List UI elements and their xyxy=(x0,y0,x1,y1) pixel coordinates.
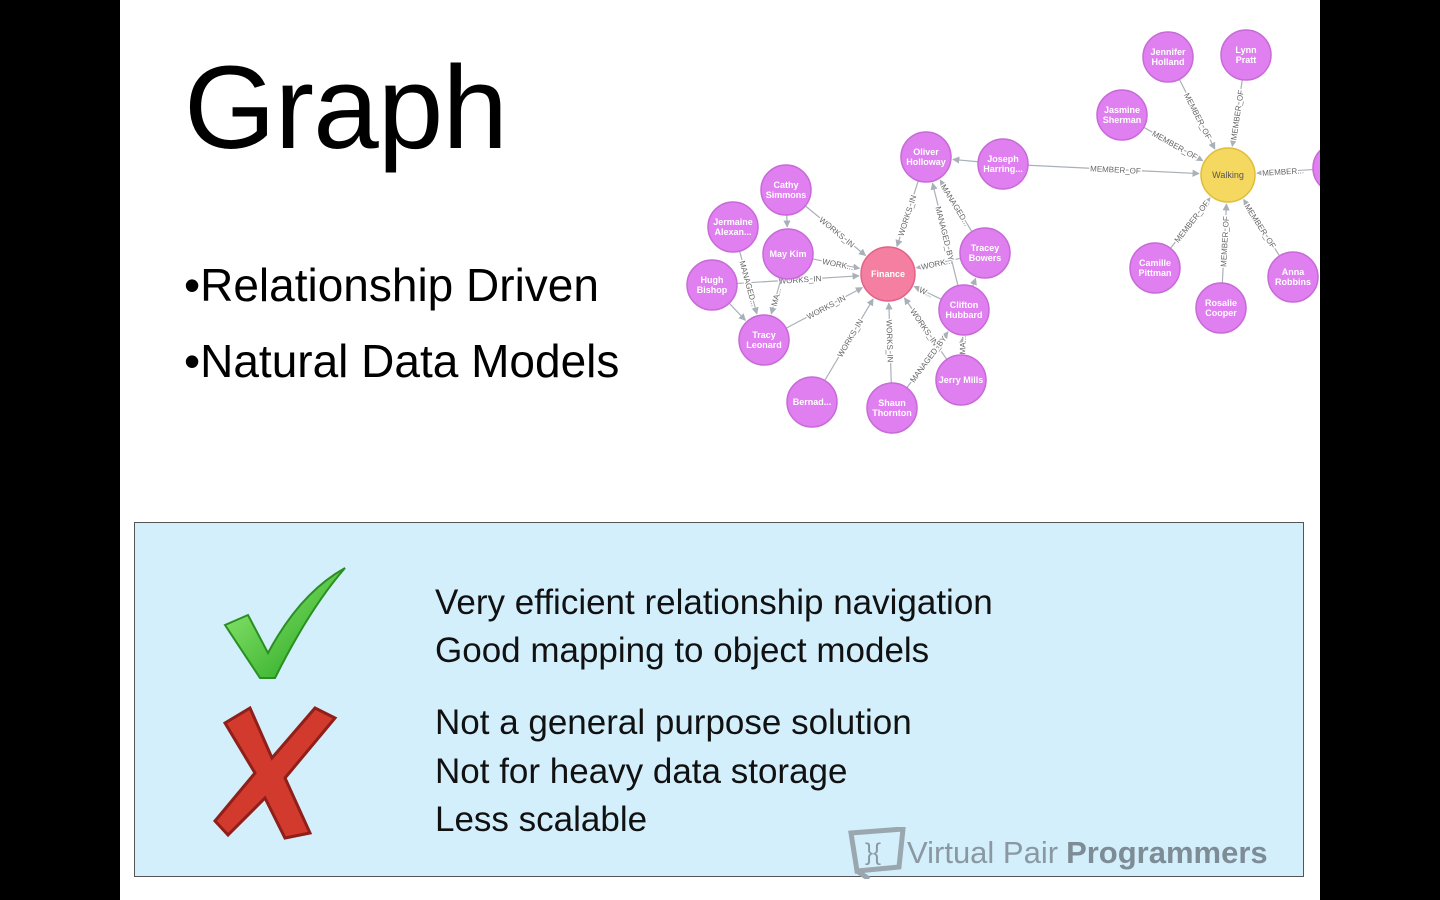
graph-node[interactable]: Bernad... xyxy=(786,376,838,428)
node-label: Sherman xyxy=(1103,115,1142,125)
edge-label: WORK... xyxy=(822,257,855,272)
node-label: Cathy xyxy=(773,180,798,190)
graph-node[interactable] xyxy=(1312,143,1320,193)
graph-node[interactable]: TraceyBowers xyxy=(959,227,1011,279)
node-label: Lynn xyxy=(1235,45,1256,55)
edge-label: WORKS_IN xyxy=(836,317,866,358)
edge-label: MEMBER_OF xyxy=(1219,216,1231,267)
con-item: Not for heavy data storage xyxy=(435,752,848,791)
edge-label: WORKS_IN xyxy=(817,215,856,249)
checkmark-icon xyxy=(223,567,346,679)
node-label: Jerry Mills xyxy=(939,375,984,385)
graph-edge xyxy=(952,156,979,164)
edge-label: MANAGED_BY xyxy=(933,206,955,263)
graph-node[interactable]: ShaunThornton xyxy=(866,382,918,434)
node-label: Camille xyxy=(1139,258,1171,268)
pros-cons-box: Very efficient relationship navigation G… xyxy=(134,522,1304,879)
node-label: Anna xyxy=(1282,267,1305,277)
edge-label: WORKS_IN xyxy=(805,293,847,321)
graph-node[interactable]: JermaineAlexan... xyxy=(707,201,759,253)
graph-node[interactable]: OliverHolloway xyxy=(900,131,952,183)
graph-edge xyxy=(728,302,746,321)
node-label: Thornton xyxy=(872,408,912,418)
edge-label: MEMBER... xyxy=(1262,166,1304,178)
node-label: Bishop xyxy=(697,285,728,295)
node-label: Alexan... xyxy=(714,227,751,237)
con-item: Not a general purpose solution xyxy=(435,703,912,742)
cross-icon xyxy=(213,705,338,840)
node-label: Jennifer xyxy=(1150,47,1186,57)
node-label: Simmons xyxy=(766,190,807,200)
edge-label: WORKS_IN xyxy=(897,194,919,238)
edge-label: MEMBER_OF xyxy=(1182,92,1213,141)
graph-diagram: WORKS_INWORKS_INWORK...WORKS_INWORKS_INW… xyxy=(686,29,1320,434)
graph-node[interactable]: Walking xyxy=(1200,147,1256,203)
edge-label: W... xyxy=(918,285,934,299)
graph-node[interactable]: AnnaRobbins xyxy=(1267,251,1319,303)
node-label: Hugh xyxy=(701,275,724,285)
node-label: Bernad... xyxy=(793,397,832,407)
graph-node[interactable]: Finance xyxy=(860,246,916,302)
svg-text:}{: }{ xyxy=(865,839,881,866)
node-label: Pittman xyxy=(1138,268,1171,278)
node-label: Tracey xyxy=(971,243,1000,253)
node-label: Holloway xyxy=(906,157,946,167)
node-label: Robbins xyxy=(1275,277,1311,287)
node-label: Pratt xyxy=(1236,55,1257,65)
edge-label: MEMBER_OF xyxy=(1090,164,1141,175)
graph-node[interactable]: CliftonHubbard xyxy=(938,284,990,336)
logo-monitor-icon: }{ xyxy=(848,827,906,879)
graph-node[interactable]: CathySimmons xyxy=(760,164,812,216)
node-label: Shaun xyxy=(878,398,906,408)
node-label: Leonard xyxy=(746,340,782,350)
graph-node[interactable]: May Kim xyxy=(762,228,814,280)
edge-label: MEMBER_OF xyxy=(1243,202,1278,250)
node-label: Holland xyxy=(1152,57,1185,67)
node-label: Finance xyxy=(871,269,905,279)
edge-label: MEMBER_OF xyxy=(1150,129,1199,162)
pro-item: Very efficient relationship navigation xyxy=(435,583,993,622)
graph-node[interactable]: RosalieCooper xyxy=(1195,282,1247,334)
graph-node[interactable]: Jerry Mills xyxy=(935,354,987,406)
node-label: Oliver xyxy=(913,147,939,157)
logo-text-bold: Programmers xyxy=(1066,835,1268,870)
graph-node[interactable]: JosephHarring... xyxy=(977,138,1029,190)
node-label: Jasmine xyxy=(1104,105,1140,115)
node-label: May Kim xyxy=(769,249,806,259)
edge-label: WORKS_IN xyxy=(884,320,894,363)
graph-node[interactable]: JenniferHolland xyxy=(1142,31,1194,83)
graph-node[interactable]: TracyLeonard xyxy=(738,314,790,366)
pro-item: Good mapping to object models xyxy=(435,631,930,670)
con-item: Less scalable xyxy=(435,800,648,839)
node-circle xyxy=(1312,149,1320,187)
node-label: Rosalie xyxy=(1205,298,1237,308)
graph-node[interactable]: JasmineSherman xyxy=(1096,89,1148,141)
edge-label: MEMBER_OF xyxy=(1229,89,1245,141)
node-label: Cooper xyxy=(1205,308,1237,318)
node-label: Bowers xyxy=(969,253,1002,263)
graph-node[interactable]: CamillePittman xyxy=(1129,242,1181,294)
node-label: Clifton xyxy=(950,300,979,310)
node-label: Harring... xyxy=(983,164,1023,174)
graph-node[interactable]: HughBishop xyxy=(686,259,738,311)
node-label: Joseph xyxy=(987,154,1019,164)
edge-label: MA... xyxy=(770,287,784,307)
graph-node[interactable]: LynnPratt xyxy=(1220,29,1272,81)
graph-edge xyxy=(970,277,977,287)
node-label: Jermaine xyxy=(713,217,753,227)
vpp-logo: }{ Virtual Pair Programmers xyxy=(847,827,1268,879)
node-label: Tracy xyxy=(752,330,776,340)
node-label: Walking xyxy=(1212,170,1244,180)
logo-text-light: Virtual Pair xyxy=(907,835,1059,870)
node-label: Hubbard xyxy=(946,310,983,320)
edge-label: MA... xyxy=(958,336,968,355)
edge-label: MEMBER_OF xyxy=(1173,199,1211,245)
slide: Graph •Relationship Driven •Natural Data… xyxy=(120,0,1320,900)
